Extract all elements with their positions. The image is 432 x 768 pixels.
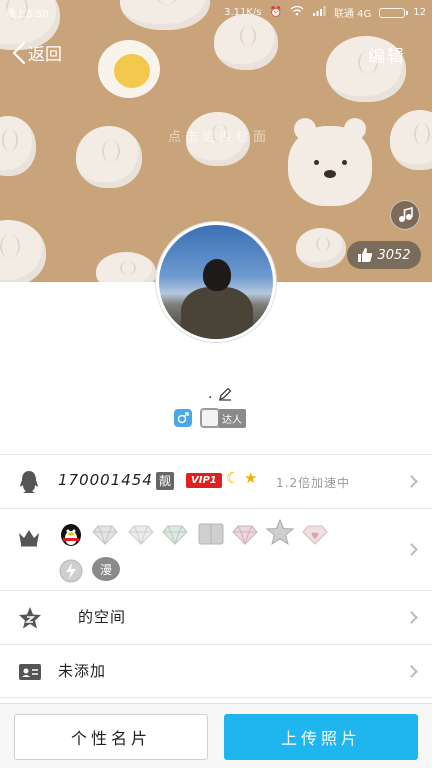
bun-decoration [296, 228, 346, 268]
talent-badge[interactable]: 达人 [200, 408, 246, 428]
lightning-icon [59, 559, 83, 583]
diamond-pink-icon [232, 525, 258, 545]
chevron-right-icon [405, 665, 418, 678]
talent-label: 达人 [218, 408, 246, 428]
like-count: 3052 [377, 247, 411, 263]
thumbs-up-icon [358, 248, 373, 262]
bun-decoration [0, 116, 36, 176]
card-status: 未添加 [58, 662, 107, 680]
heart-diamond-icon [302, 525, 328, 545]
business-card-row[interactable]: 未添加 [0, 644, 432, 698]
id-card-icon [19, 664, 41, 680]
pencil-icon[interactable] [218, 387, 232, 401]
mobile-icon [200, 408, 220, 428]
status-time: 晚上8:50 [6, 9, 49, 20]
signal-icon [312, 6, 326, 19]
edit-button[interactable]: 编辑 [368, 42, 406, 67]
back-label: 返回 [28, 45, 62, 65]
nickname: . [208, 386, 213, 402]
network-speed: 3.11K/s [224, 7, 262, 18]
battery-icon [379, 7, 409, 18]
diamond-icon [92, 525, 118, 545]
wifi-icon [290, 5, 304, 19]
vip-icons-row[interactable]: 漫 [0, 508, 432, 590]
back-button[interactable]: 返回 [12, 40, 62, 65]
liang-tag: 靓 [156, 472, 174, 490]
battery-level: 12 [413, 7, 426, 18]
personal-card-button[interactable]: 个性名片 [14, 714, 208, 760]
music-button[interactable] [390, 200, 420, 230]
qq-penguin-icon [20, 471, 38, 493]
crown-icon [19, 530, 39, 547]
bun-decoration [390, 110, 432, 170]
music-note-icon [399, 207, 413, 222]
carrier-label: 联通 4G [333, 9, 372, 20]
bun-decoration [96, 252, 156, 282]
vip-level-tag: VIP1 [186, 473, 222, 488]
chevron-right-icon [405, 475, 418, 488]
qq-number-row[interactable]: 170001454 靓 VIP1 ☾ ★ 1.2倍加速中 [0, 454, 432, 508]
acceleration-text: 1.2倍加速中 [276, 476, 351, 490]
chevron-right-icon [405, 611, 418, 624]
status-bar: 晚上8:50 3.11K/s ⏰ 联通 4G 12 [0, 0, 432, 24]
egg-yolk-decoration [114, 54, 150, 88]
bottom-action-bar: 个性名片 上传照片 [0, 703, 432, 768]
book-icon [198, 523, 224, 545]
like-button[interactable]: 3052 [347, 241, 421, 269]
diamond-icon [162, 525, 188, 545]
bun-decoration [0, 220, 46, 282]
diamond-icon [128, 525, 154, 545]
bun-decoration [76, 126, 142, 188]
manman-label: 漫 [99, 562, 112, 577]
nickname-area[interactable]: . [208, 386, 232, 402]
male-icon [177, 412, 189, 424]
alarm-icon: ⏰ [269, 7, 282, 18]
gender-badge[interactable] [174, 409, 192, 427]
cover-watermark: 点击更换封面 [168, 130, 271, 145]
star-icon [266, 519, 294, 545]
star-icon: ★ [244, 469, 258, 487]
qq-penguin-vip-icon [61, 524, 81, 546]
manman-icon: 漫 [92, 557, 120, 581]
moon-icon: ☾ [226, 469, 240, 487]
chevron-right-icon [405, 543, 418, 556]
bear-decoration [288, 118, 372, 206]
upload-photo-button[interactable]: 上传照片 [224, 714, 418, 760]
avatar[interactable] [156, 222, 276, 342]
badge-row: 达人 [174, 408, 246, 428]
qzone-label: 的空间 [78, 608, 127, 626]
qzone-row[interactable]: 的空间 [0, 590, 432, 644]
qzone-star-icon [19, 607, 41, 629]
chevron-left-icon [12, 41, 26, 64]
qq-number: 170001454 [58, 471, 153, 489]
